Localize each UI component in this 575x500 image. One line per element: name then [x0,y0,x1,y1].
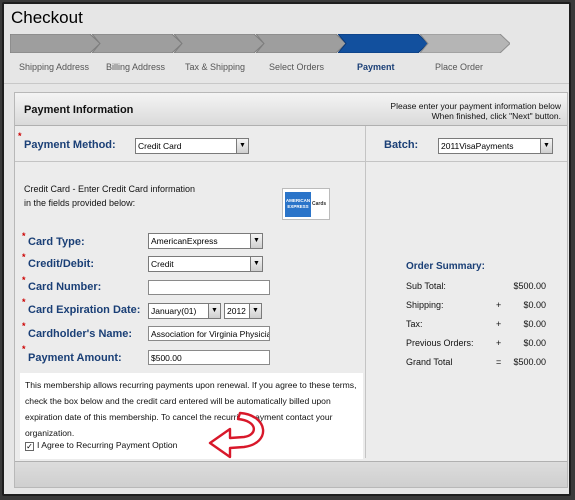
card-type-label: Card Type: [28,236,85,248]
batch-label: Batch: [384,139,419,151]
chevron-down-icon: ▼ [249,304,261,318]
step-billing-address[interactable] [92,34,182,53]
amex-cards-text: Cards [312,201,327,207]
page-title: Checkout [11,8,83,27]
payment-panel: Payment Information Please enter your pa… [14,92,568,488]
summary-row-subtotal: Sub Total: $500.00 [406,281,546,293]
summary-value: $0.00 [523,300,546,310]
payment-method-label: Payment Method: [24,139,116,151]
recurring-agree-label[interactable]: I Agree to Recurring Payment Option [37,440,177,450]
cardholder-name-input[interactable]: Association for Virginia Physician [148,326,270,341]
summary-row-grand-total: Grand Total = $500.00 [406,357,546,369]
required-marker: * [22,321,26,331]
panel-footer [15,461,567,487]
panel-title: Payment Information [24,104,134,116]
chevron-down-icon: ▼ [540,139,552,153]
required-marker: * [22,231,26,241]
row-divider [15,161,567,162]
step-shipping-address[interactable] [10,34,100,53]
summary-value: $500.00 [513,357,546,367]
step-select-orders[interactable] [256,34,346,53]
expiration-month-select[interactable]: January(01) ▼ [148,303,221,319]
step-tax-shipping[interactable] [174,34,264,53]
expiration-year-select[interactable]: 2012 ▼ [224,303,262,319]
checkout-progress-bar [10,34,510,53]
summary-label: Previous Orders: [406,338,474,348]
expiration-month-value: January(01) [151,306,197,316]
card-type-select[interactable]: AmericanExpress ▼ [148,233,263,249]
instructions-line-2: When finished, click "Next" button. [431,111,561,121]
summary-value: $0.00 [523,319,546,329]
step-label-place-order: Place Order [435,62,484,72]
step-label-select-orders: Select Orders [269,62,325,72]
summary-row-shipping: Shipping: + $0.00 [406,300,546,312]
recurring-notice-text: This membership allows recurring payment… [25,380,357,438]
annotation-arrow-icon [208,411,265,459]
credit-debit-label: Credit/Debit: [28,258,94,270]
payment-method-select[interactable]: Credit Card ▼ [135,138,249,154]
card-type-value: AmericanExpress [151,236,218,246]
summary-label: Grand Total [406,357,453,367]
payment-amount-label: Payment Amount: [28,352,122,364]
summary-operator: = [496,357,502,367]
summary-value: $500.00 [513,281,546,291]
chevron-down-icon: ▼ [236,139,248,153]
summary-label: Tax: [406,319,423,329]
summary-operator: + [496,319,502,329]
amex-logo-badge: AMERICAN EXPRESS [285,192,311,217]
chevron-down-icon: ▼ [208,304,220,318]
summary-value: $0.00 [523,338,546,348]
step-place-order[interactable] [420,34,510,53]
summary-row-tax: Tax: + $0.00 [406,319,546,331]
step-label-payment: Payment [357,62,395,72]
column-divider [365,126,366,458]
recurring-agree-checkbox[interactable]: ✓ [25,442,34,451]
required-marker: * [18,131,22,141]
checkout-window: Checkout Shipping Address Billing Addres… [2,2,571,496]
order-summary-title: Order Summary: [406,261,485,272]
amex-card-logo: AMERICAN EXPRESS Cards [282,188,330,220]
panel-instructions: Please enter your payment information be… [390,101,561,121]
required-marker: * [22,297,26,307]
summary-label: Sub Total: [406,281,446,291]
recurring-payment-notice: This membership allows recurring payment… [20,373,363,459]
instructions-line-1: Please enter your payment information be… [390,101,561,111]
payment-amount-input[interactable]: $500.00 [148,350,270,365]
required-marker: * [22,344,26,354]
intro-line-1: Credit Card - Enter Credit Card informat… [24,184,196,194]
expiration-year-value: 2012 [227,306,246,316]
payment-method-value: Credit Card [138,141,182,151]
intro-line-2: in the fields provided below: [24,198,136,208]
batch-select[interactable]: 2011VisaPayments ▼ [438,138,553,154]
summary-label: Shipping: [406,300,444,310]
summary-operator: + [496,338,502,348]
card-number-label: Card Number: [28,281,102,293]
step-label-tax: Tax & Shipping [185,62,246,72]
batch-value: 2011VisaPayments [441,141,514,151]
expiration-label: Card Expiration Date: [28,304,141,316]
credit-debit-select[interactable]: Credit ▼ [148,256,263,272]
credit-debit-value: Credit [151,259,174,269]
card-number-input[interactable] [148,280,270,295]
credit-card-intro: Credit Card - Enter Credit Card informat… [24,182,195,210]
summary-operator: + [496,300,502,310]
divider [4,83,569,84]
cardholder-label: Cardholder's Name: [28,328,133,340]
panel-header: Payment Information Please enter your pa… [15,93,567,126]
step-label-shipping: Shipping Address [19,62,90,72]
required-marker: * [22,252,26,262]
chevron-down-icon: ▼ [250,257,262,271]
chevron-down-icon: ▼ [250,234,262,248]
step-payment[interactable] [338,34,428,53]
required-marker: * [22,275,26,285]
step-label-billing: Billing Address [106,62,166,72]
step-labels: Shipping Address Billing Address Tax & S… [10,62,570,76]
summary-row-previous-orders: Previous Orders: + $0.00 [406,338,546,350]
